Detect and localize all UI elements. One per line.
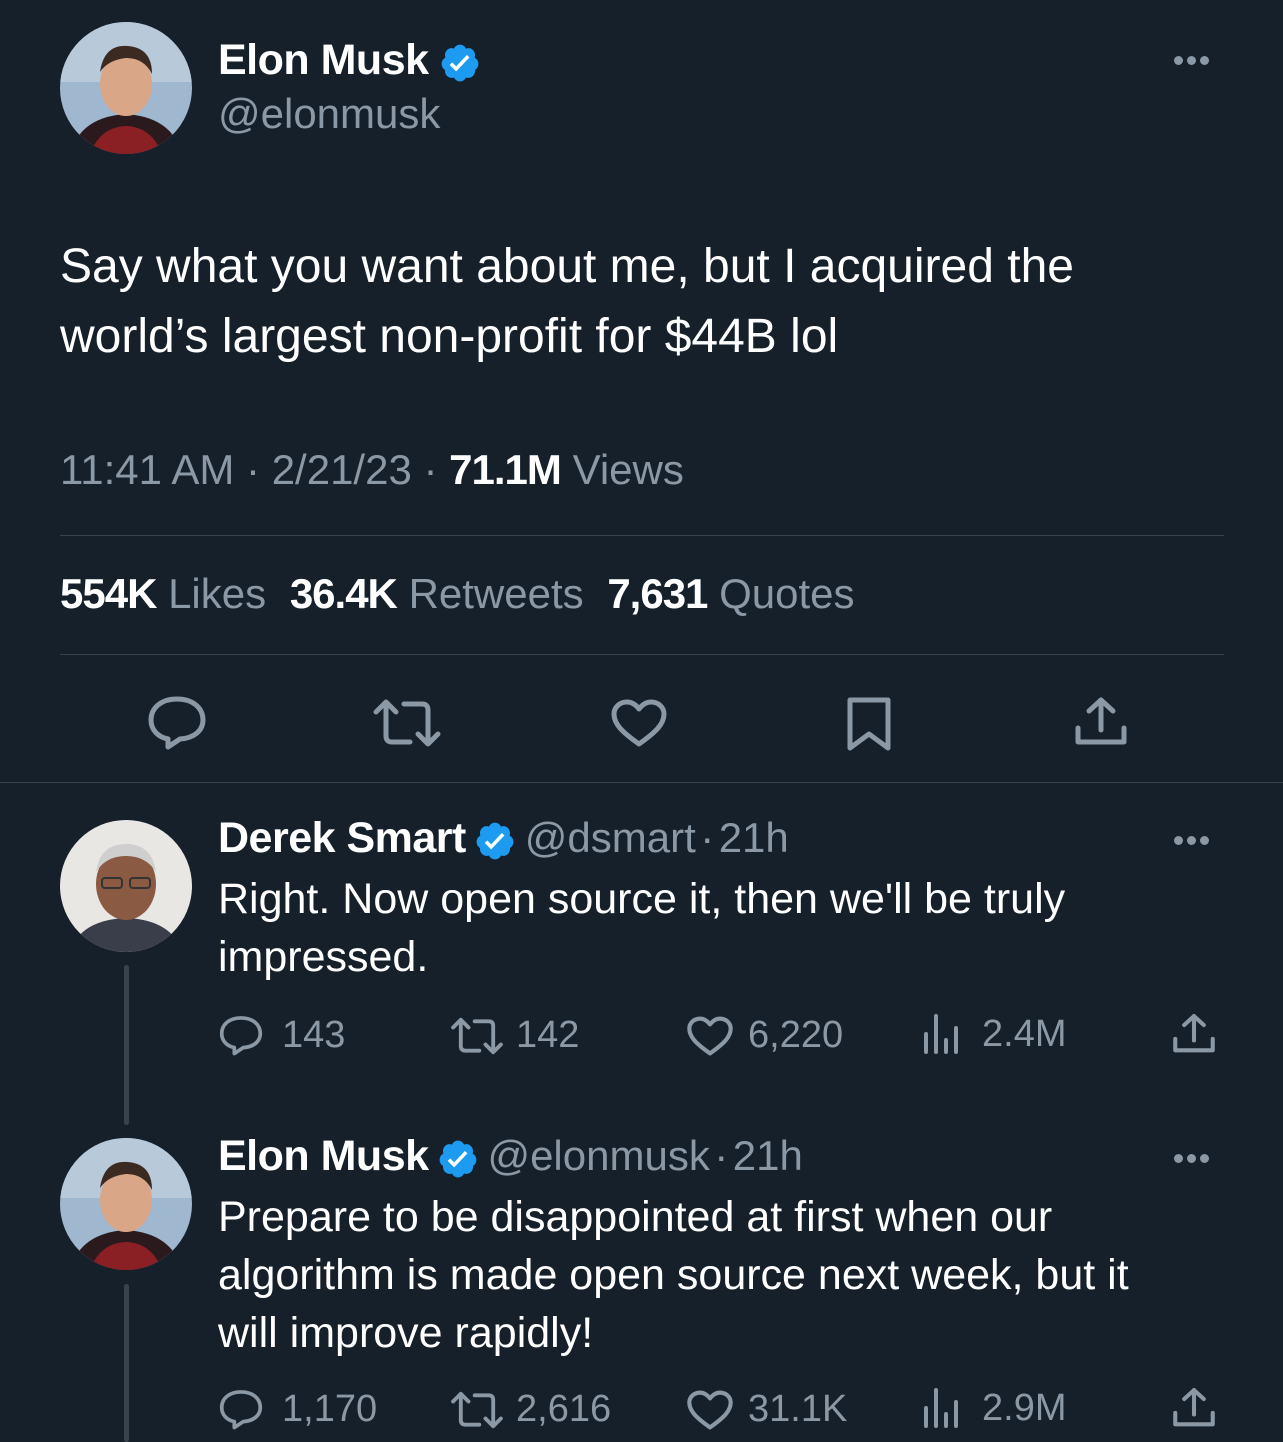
tweet-text: Say what you want about me, but I acquir… [60, 232, 1074, 372]
views-count: 2.9M [982, 1386, 1067, 1429]
like-icon[interactable] [686, 1015, 734, 1057]
likes-label: Likes [168, 570, 267, 617]
like-action[interactable]: 31.1K [686, 1388, 847, 1431]
reply-header: Elon Musk @elonmusk · 21h [218, 1132, 803, 1185]
views-count: 2.4M [982, 1012, 1067, 1055]
author-name-row: Elon Musk [218, 36, 481, 89]
retweets-label: Retweets [408, 570, 584, 617]
bookmark-icon[interactable] [846, 696, 892, 757]
like-count: 31.1K [748, 1388, 848, 1430]
share-icon[interactable] [1172, 1012, 1216, 1061]
quotes-stat[interactable]: 7,631 Quotes [607, 570, 854, 617]
more-options-icon[interactable] [1172, 52, 1211, 70]
author-avatar[interactable] [60, 22, 192, 154]
reply-author-name[interactable]: Elon Musk [218, 1132, 429, 1180]
views-icon[interactable] [922, 1012, 962, 1056]
reply-text: Prepare to be disappointed at first when… [218, 1188, 1129, 1362]
tweet-date[interactable]: 2/21/23 [272, 446, 412, 493]
views-action[interactable]: 2.4M [922, 1012, 1066, 1056]
reply-header: Derek Smart @dsmart · 21h [218, 814, 789, 867]
reply-text-line: Prepare to be disappointed at first when… [218, 1193, 1053, 1241]
reply-avatar[interactable] [60, 820, 192, 952]
retweet-icon[interactable] [450, 1390, 504, 1430]
views-label: Views [572, 446, 684, 493]
reply-text-line: algorithm is made open source next week,… [218, 1251, 1129, 1299]
retweet-icon[interactable] [372, 698, 442, 753]
separator: · [700, 814, 715, 861]
reply-icon[interactable] [146, 694, 208, 755]
thread-line [124, 1284, 129, 1442]
more-options-icon[interactable] [1172, 832, 1211, 850]
reply-text-line: Right. Now open source it, then we'll be… [218, 875, 1066, 923]
likes-count: 554K [60, 570, 157, 617]
share-icon[interactable] [1074, 696, 1128, 753]
retweets-count: 36.4K [289, 570, 398, 617]
tweet-text-line: Say what you want about me, but I acquir… [60, 240, 1074, 293]
separator: · [423, 446, 438, 493]
reply-author-handle[interactable]: @dsmart [525, 814, 696, 861]
reply-icon[interactable] [218, 1012, 264, 1058]
reply-age[interactable]: 21h [733, 1132, 803, 1179]
reply-count: 1,170 [282, 1387, 378, 1430]
reply-text: Right. Now open source it, then we'll be… [218, 870, 1065, 986]
like-count: 6,220 [748, 1014, 844, 1056]
tweet-text-line: world’s largest non-profit for $44B lol [60, 310, 839, 363]
retweets-stat[interactable]: 36.4K Retweets [290, 570, 596, 617]
retweet-count: 2,616 [516, 1388, 612, 1430]
reply-action[interactable]: 1,170 [218, 1386, 377, 1432]
like-action[interactable]: 6,220 [686, 1014, 843, 1057]
verified-badge-icon [433, 1140, 483, 1185]
reply-icon[interactable] [218, 1386, 264, 1432]
verified-badge-icon [433, 44, 481, 89]
author-name[interactable]: Elon Musk [218, 36, 429, 84]
views-icon[interactable] [922, 1386, 962, 1430]
views-action[interactable]: 2.9M [922, 1386, 1066, 1430]
quotes-count: 7,631 [607, 570, 708, 617]
separator: · [714, 1132, 729, 1179]
retweet-icon[interactable] [450, 1016, 504, 1056]
engagement-stats: 554K Likes 36.4K Retweets 7,631 Quotes [60, 570, 855, 618]
tweet-time[interactable]: 11:41 AM [60, 446, 234, 493]
reply-text-line: impressed. [218, 933, 429, 981]
quotes-label: Quotes [719, 570, 855, 617]
reply-count: 143 [282, 1013, 346, 1056]
reply-avatar[interactable] [60, 1138, 192, 1270]
author-handle[interactable]: @elonmusk [218, 90, 440, 138]
reply-author-name[interactable]: Derek Smart [218, 814, 466, 862]
like-icon[interactable] [686, 1389, 734, 1431]
like-icon[interactable] [610, 698, 668, 753]
thread-line [124, 965, 129, 1125]
divider [60, 535, 1224, 536]
reply-author-handle[interactable]: @elonmusk [487, 1132, 709, 1179]
views-count: 71.1M [449, 446, 562, 493]
reply-text-line: will improve rapidly! [218, 1309, 594, 1357]
reply-action[interactable]: 143 [218, 1012, 345, 1058]
likes-stat[interactable]: 554K Likes [60, 570, 278, 617]
separator: · [246, 446, 261, 493]
retweet-count: 142 [516, 1014, 580, 1056]
divider [60, 654, 1224, 655]
retweet-action[interactable]: 2,616 [450, 1388, 611, 1431]
divider [0, 782, 1283, 783]
more-options-icon[interactable] [1172, 1150, 1211, 1168]
share-icon[interactable] [1172, 1386, 1216, 1435]
verified-badge-icon [470, 822, 520, 867]
tweet-meta: 11:41 AM · 2/21/23 · 71.1M Views [60, 446, 684, 494]
retweet-action[interactable]: 142 [450, 1014, 579, 1057]
reply-age[interactable]: 21h [719, 814, 789, 861]
